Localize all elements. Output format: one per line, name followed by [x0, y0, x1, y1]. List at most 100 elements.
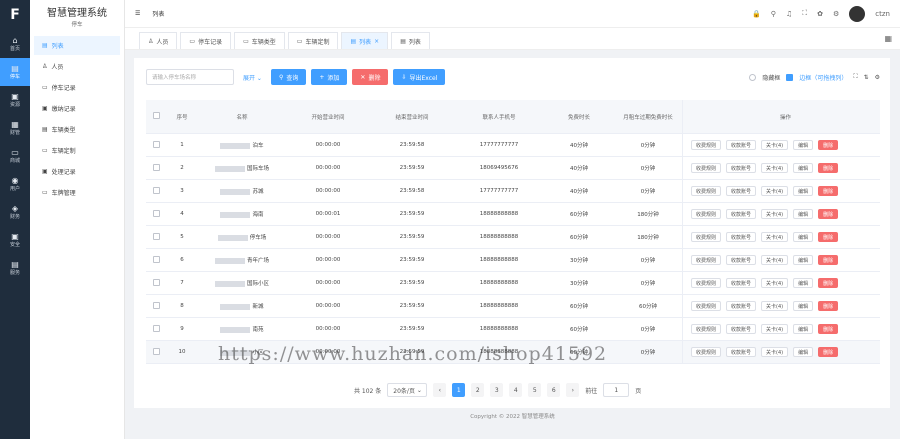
search-icon[interactable]: ⚲	[771, 10, 776, 18]
delete-row-button[interactable]: 删除	[818, 186, 839, 196]
delete-row-button[interactable]: 删除	[818, 140, 839, 150]
delete-row-button[interactable]: 删除	[818, 163, 839, 173]
rail-item[interactable]: ◈ 财务	[0, 198, 30, 226]
account-button[interactable]: 收款账号	[726, 255, 757, 265]
tab[interactable]: ▤ 列表 ×	[341, 32, 389, 49]
gate-button[interactable]: 关卡(4)	[761, 278, 789, 288]
gate-button[interactable]: 关卡(4)	[761, 186, 789, 196]
row-checkbox[interactable]	[152, 347, 160, 355]
delete-row-button[interactable]: 删除	[818, 209, 839, 219]
gate-button[interactable]: 关卡(4)	[761, 140, 789, 150]
delete-button[interactable]: ✕ 删除	[352, 69, 389, 85]
edit-button[interactable]: 编辑	[793, 209, 814, 219]
search-input[interactable]: 请输入停车场名称	[146, 69, 234, 85]
fee-rule-button[interactable]: 收费规则	[691, 186, 722, 196]
page-number[interactable]: 3	[490, 383, 504, 397]
hide-radio[interactable]	[749, 73, 757, 81]
export-button[interactable]: ⇩ 导出Excel	[393, 69, 446, 85]
rail-item[interactable]: ▣ 安全	[0, 226, 30, 254]
avatar[interactable]	[849, 5, 866, 22]
tab[interactable]: ▤ 列表	[391, 32, 430, 49]
row-checkbox[interactable]	[152, 324, 160, 332]
fee-rule-button[interactable]: 收费规则	[691, 278, 722, 288]
fee-rule-button[interactable]: 收费规则	[691, 347, 722, 357]
edit-button[interactable]: 编辑	[793, 324, 814, 334]
row-checkbox[interactable]	[152, 301, 160, 309]
row-checkbox[interactable]	[152, 255, 160, 263]
bell-icon[interactable]: ♫	[786, 10, 792, 18]
gate-button[interactable]: 关卡(4)	[761, 209, 789, 219]
delete-row-button[interactable]: 删除	[818, 324, 839, 334]
settings-icon[interactable]: ⚙	[833, 10, 839, 18]
rail-item[interactable]: ▦ 财管	[0, 114, 30, 142]
collapse-icon[interactable]: ☰	[135, 10, 140, 17]
expand-link[interactable]: 展开 ⌄	[243, 73, 262, 82]
delete-row-button[interactable]: 删除	[818, 347, 839, 357]
menu-item[interactable]: ▣ 缴纳记录	[34, 99, 120, 118]
menu-item[interactable]: ▣ 处理记录	[34, 162, 120, 181]
edit-button[interactable]: 编辑	[793, 347, 814, 357]
rail-item[interactable]: ▤ 停车	[0, 58, 30, 86]
page-number[interactable]: 4	[509, 383, 523, 397]
fee-rule-button[interactable]: 收费规则	[691, 209, 722, 219]
account-button[interactable]: 收款账号	[726, 140, 757, 150]
username[interactable]: ctzn	[875, 10, 890, 18]
page-size-select[interactable]: 20条/页 ⌄	[387, 383, 428, 397]
row-checkbox[interactable]	[152, 186, 160, 194]
rail-item[interactable]: ⌂ 首页	[0, 30, 30, 58]
row-checkbox[interactable]	[152, 232, 160, 240]
page-number[interactable]: 2	[471, 383, 485, 397]
edit-button[interactable]: 编辑	[793, 140, 814, 150]
menu-item[interactable]: ♙ 人员	[34, 57, 120, 76]
page-number[interactable]: 5	[528, 383, 542, 397]
fullscreen-icon[interactable]: ⛶	[802, 9, 807, 18]
delete-row-button[interactable]: 删除	[818, 301, 839, 311]
select-all-checkbox[interactable]	[152, 112, 160, 119]
menu-item[interactable]: ▭ 车牌管理	[34, 183, 120, 202]
fee-rule-button[interactable]: 收费规则	[691, 232, 722, 242]
next-page-button[interactable]: ›	[566, 383, 580, 397]
account-button[interactable]: 收款账号	[726, 324, 757, 334]
theme-icon[interactable]: ✿	[817, 10, 823, 18]
edit-button[interactable]: 编辑	[793, 186, 814, 196]
row-checkbox[interactable]	[152, 140, 160, 148]
row-checkbox[interactable]	[152, 278, 160, 286]
gate-button[interactable]: 关卡(4)	[761, 347, 789, 357]
edit-button[interactable]: 编辑	[793, 163, 814, 173]
account-button[interactable]: 收款账号	[726, 163, 757, 173]
rail-item[interactable]: ▭ 商城	[0, 142, 30, 170]
search-button[interactable]: ⚲ 查询	[270, 69, 307, 85]
fee-rule-button[interactable]: 收费规则	[691, 163, 722, 173]
prev-page-button[interactable]: ‹	[433, 383, 447, 397]
menu-item[interactable]: ▤ 车辆类型	[34, 120, 120, 139]
menu-item[interactable]: ▤ 列表	[34, 36, 120, 55]
gate-button[interactable]: 关卡(4)	[761, 324, 789, 334]
add-button[interactable]: + 添加	[311, 69, 348, 85]
rail-item[interactable]: ▤ 服务	[0, 254, 30, 282]
edit-button[interactable]: 编辑	[793, 301, 814, 311]
tab[interactable]: ♙ 人员	[139, 32, 178, 49]
delete-row-button[interactable]: 删除	[818, 278, 839, 288]
lock-icon[interactable]: 🔒	[752, 10, 761, 18]
grid-icon[interactable]: ▦	[884, 34, 892, 43]
tab[interactable]: ▭ 车辆类型	[234, 32, 285, 49]
row-checkbox[interactable]	[152, 163, 160, 171]
gate-button[interactable]: 关卡(4)	[761, 301, 789, 311]
delete-row-button[interactable]: 删除	[818, 232, 839, 242]
account-button[interactable]: 收款账号	[726, 347, 757, 357]
columns-icon[interactable]: ⇅	[864, 74, 869, 81]
edit-button[interactable]: 编辑	[793, 255, 814, 265]
edit-button[interactable]: 编辑	[793, 278, 814, 288]
border-checkbox[interactable]	[786, 73, 794, 81]
account-button[interactable]: 收款账号	[726, 209, 757, 219]
gate-button[interactable]: 关卡(4)	[761, 163, 789, 173]
account-button[interactable]: 收款账号	[726, 186, 757, 196]
tab[interactable]: ▭ 停车记录	[180, 32, 232, 49]
rail-item[interactable]: ◉ 用户	[0, 170, 30, 198]
account-button[interactable]: 收款账号	[726, 301, 757, 311]
jump-input[interactable]: 1	[603, 383, 630, 397]
fee-rule-button[interactable]: 收费规则	[691, 140, 722, 150]
edit-button[interactable]: 编辑	[793, 232, 814, 242]
gate-button[interactable]: 关卡(4)	[761, 232, 789, 242]
page-number[interactable]: 6	[547, 383, 561, 397]
